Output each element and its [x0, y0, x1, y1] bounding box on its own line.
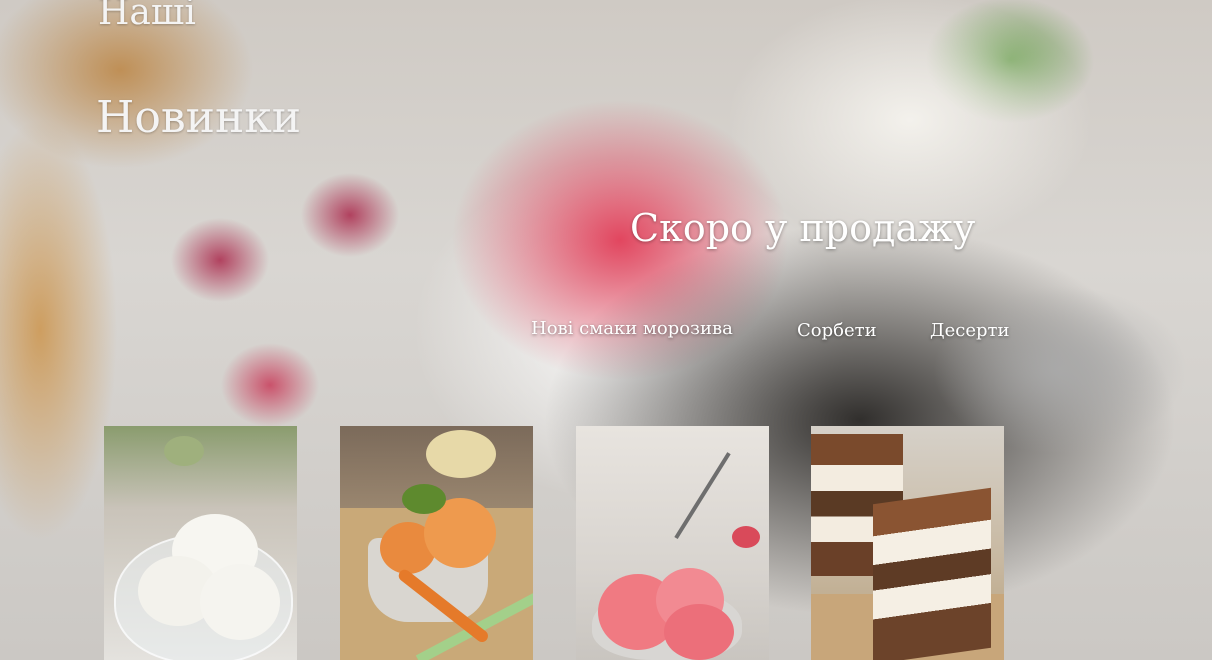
nav-link-desserts[interactable]: Десерти — [930, 320, 1010, 341]
sorbet-scoop — [664, 604, 734, 660]
section-title-ours: Наші — [98, 0, 196, 33]
nav-link-sorbets[interactable]: Сорбети — [797, 320, 877, 341]
ice-cream-scoop — [200, 564, 280, 640]
mint-leaf-decoration — [164, 436, 204, 466]
carrot-greens-decoration — [402, 484, 446, 514]
spoon — [674, 452, 731, 540]
tiramisu-slice — [873, 487, 991, 660]
product-card-tiramisu[interactable] — [811, 426, 1004, 660]
raspberry-decoration — [732, 526, 760, 548]
product-card-carrot-sorbet[interactable] — [340, 426, 533, 660]
product-card-vanilla-ice-cream[interactable] — [104, 426, 297, 660]
coming-soon-heading: Скоро у продажу — [630, 206, 976, 250]
product-card-berry-sorbet[interactable] — [576, 426, 769, 660]
nav-link-new-ice-cream-flavors[interactable]: Нові смаки морозива — [531, 318, 733, 339]
apple-slices-decoration — [426, 430, 496, 478]
section-title-new: Новинки — [96, 92, 302, 143]
